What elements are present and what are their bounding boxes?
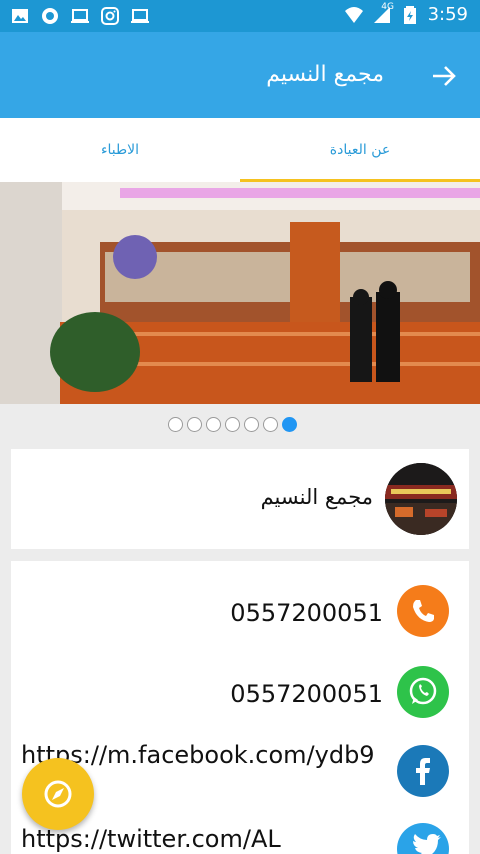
page-title: مجمع النسيم (266, 62, 384, 87)
clinic-avatar (385, 463, 457, 535)
carousel-dot[interactable] (187, 417, 202, 432)
laptop-icon (131, 9, 149, 23)
tab-doctors[interactable]: الاطباء (0, 118, 240, 182)
reception-image (0, 182, 480, 404)
laptop-icon (71, 9, 89, 23)
carousel-dot-active[interactable] (282, 417, 297, 432)
clinic-name: مجمع النسيم (260, 485, 373, 509)
clock: 3:59 (427, 4, 468, 25)
whatsapp-number[interactable]: 0557200051 (230, 680, 383, 708)
battery-icon (403, 5, 416, 24)
facebook-icon[interactable] (397, 745, 449, 797)
clinic-photo[interactable] (0, 182, 480, 404)
phone-icon[interactable] (397, 585, 449, 637)
wifi-icon (344, 6, 363, 23)
twitter-icon[interactable] (397, 823, 449, 854)
carousel-indicator (168, 417, 297, 432)
compass-icon (44, 780, 72, 808)
carousel-dot[interactable] (225, 417, 240, 432)
carousel-dot[interactable] (244, 417, 259, 432)
tab-about-clinic[interactable]: عن العيادة (240, 118, 480, 182)
tab-bar: عن العيادة الاطباء (0, 118, 480, 182)
clinic-header-card: مجمع النسيم (11, 449, 469, 549)
whatsapp-icon[interactable] (397, 666, 449, 718)
gallery-icon (12, 9, 28, 23)
phone-number[interactable]: 0557200051 (230, 599, 383, 627)
app-bar: مجمع النسيم (0, 32, 480, 118)
carousel-dot[interactable] (168, 417, 183, 432)
arrow-right-icon[interactable] (430, 62, 458, 90)
status-bar: 4G 3:59 (0, 0, 480, 32)
carousel-dot[interactable] (206, 417, 221, 432)
signal-icon (373, 6, 390, 23)
carousel-dot[interactable] (263, 417, 278, 432)
compass-fab[interactable] (22, 758, 94, 830)
instagram-icon (101, 7, 119, 25)
record-icon (42, 8, 58, 24)
